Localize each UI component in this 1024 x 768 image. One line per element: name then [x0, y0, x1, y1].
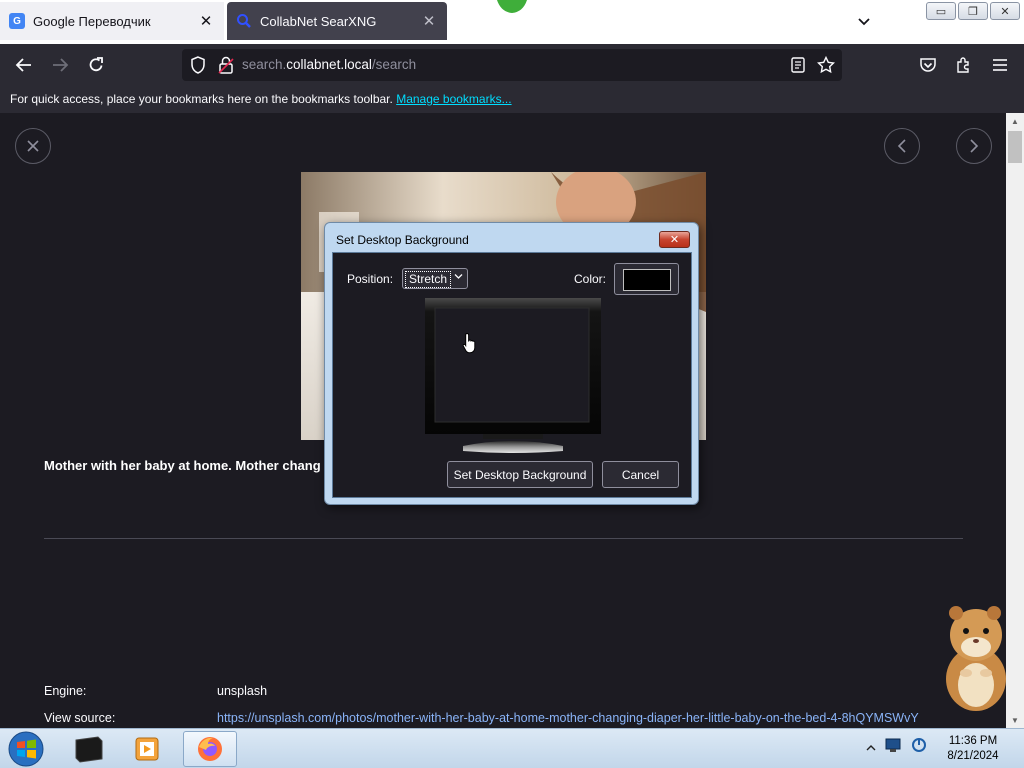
green-extension-icon	[497, 0, 527, 13]
chevron-left-icon	[897, 139, 906, 153]
close-window-button[interactable]: ✕	[990, 2, 1020, 20]
reader-view-icon[interactable]	[786, 53, 810, 77]
divider	[44, 538, 963, 539]
scroll-down-arrow[interactable]: ▼	[1006, 712, 1024, 728]
position-value: Stretch	[405, 271, 452, 288]
next-image-button[interactable]	[956, 128, 992, 164]
list-all-tabs-button[interactable]	[852, 10, 876, 34]
pocket-icon[interactable]	[916, 53, 940, 77]
set-desktop-background-button[interactable]: Set Desktop Background	[447, 461, 593, 488]
windows-taskbar: 11:36 PM 8/21/2024	[0, 728, 1024, 768]
minimize-button[interactable]: ▭	[926, 2, 956, 20]
firefox-icon	[198, 737, 222, 761]
taskbar-clock[interactable]: 11:36 PM 8/21/2024	[930, 734, 1016, 764]
color-swatch	[623, 269, 671, 291]
reload-button[interactable]	[84, 53, 108, 77]
navigation-toolbar: search.collabnet.local/search	[0, 44, 1024, 86]
color-label: Color:	[574, 272, 607, 286]
google-translate-icon: G	[9, 13, 25, 29]
position-select[interactable]: Stretch	[402, 268, 468, 289]
tab-strip: G Google Переводчик ✕ CollabNet SearXNG …	[0, 0, 1024, 44]
window-controls: ▭ ❐ ✕	[926, 2, 1020, 20]
clock-time: 11:36 PM	[948, 735, 998, 747]
cancel-button[interactable]: Cancel	[602, 461, 679, 488]
taskbar-firefox[interactable]	[183, 731, 237, 767]
close-preview-button[interactable]	[15, 128, 51, 164]
close-tab-icon[interactable]: ✕	[417, 12, 441, 30]
tab-title: CollabNet SearXNG	[260, 13, 377, 29]
dialog-body: Position: Stretch Color: Set Desktop Bac…	[332, 252, 692, 498]
position-label: Position:	[347, 272, 394, 286]
bookmarks-hint: For quick access, place your bookmarks h…	[10, 92, 393, 106]
monitor-preview	[425, 298, 601, 453]
taskbar-media-player[interactable]	[120, 731, 174, 767]
scroll-up-arrow[interactable]: ▲	[1006, 113, 1024, 129]
forward-button[interactable]	[48, 53, 72, 77]
network-icon[interactable]	[884, 737, 902, 758]
manage-bookmarks-link[interactable]: Manage bookmarks...	[396, 92, 511, 106]
clock-date: 8/21/2024	[947, 750, 999, 762]
engine-label: Engine:	[44, 684, 87, 698]
view-source-label: View source:	[44, 711, 116, 725]
tab-title: Google Переводчик	[33, 13, 151, 29]
extensions-icon[interactable]	[952, 53, 976, 77]
close-tab-icon[interactable]: ✕	[194, 12, 218, 30]
show-hidden-icons-icon[interactable]	[866, 739, 876, 757]
chevron-down-icon	[454, 272, 463, 282]
restore-button[interactable]: ❐	[958, 2, 988, 20]
address-bar[interactable]: search.collabnet.local/search	[182, 49, 842, 81]
media-player-icon	[135, 737, 159, 761]
bookmark-star-icon[interactable]	[814, 53, 838, 77]
system-tray	[866, 737, 928, 758]
image-caption: Mother with her baby at home. Mother cha…	[44, 458, 321, 473]
menu-icon[interactable]	[988, 53, 1012, 77]
hamster-desktop-pet	[946, 606, 1006, 711]
search-icon	[236, 13, 252, 29]
dialog-close-button[interactable]: ✕	[659, 231, 690, 248]
url-text[interactable]: search.collabnet.local/search	[242, 57, 416, 72]
back-button[interactable]	[12, 53, 36, 77]
dark-window-icon	[75, 736, 103, 763]
previous-image-button[interactable]	[884, 128, 920, 164]
close-icon	[27, 140, 39, 152]
scrollbar-thumb[interactable]	[1008, 131, 1022, 163]
start-button[interactable]	[6, 730, 46, 768]
shield-icon[interactable]	[186, 53, 210, 77]
dialog-title: Set Desktop Background	[336, 233, 469, 247]
tab-collabnet-searxng[interactable]: CollabNet SearXNG ✕	[227, 2, 447, 40]
hand-cursor-icon	[462, 332, 476, 354]
bookmarks-toolbar: For quick access, place your bookmarks h…	[0, 86, 1024, 113]
chevron-right-icon	[970, 139, 979, 153]
volume-status-icon[interactable]	[910, 737, 928, 758]
engine-value: unsplash	[217, 684, 268, 698]
taskbar-app-window[interactable]	[62, 731, 116, 767]
color-picker-button[interactable]	[614, 263, 679, 295]
tab-google-translate[interactable]: G Google Переводчик ✕	[0, 2, 224, 40]
set-desktop-background-dialog: Set Desktop Background ✕ Position: Stret…	[324, 222, 699, 505]
view-source-link[interactable]: https://unsplash.com/photos/mother-with-…	[217, 711, 919, 725]
insecure-lock-icon[interactable]	[214, 53, 238, 77]
